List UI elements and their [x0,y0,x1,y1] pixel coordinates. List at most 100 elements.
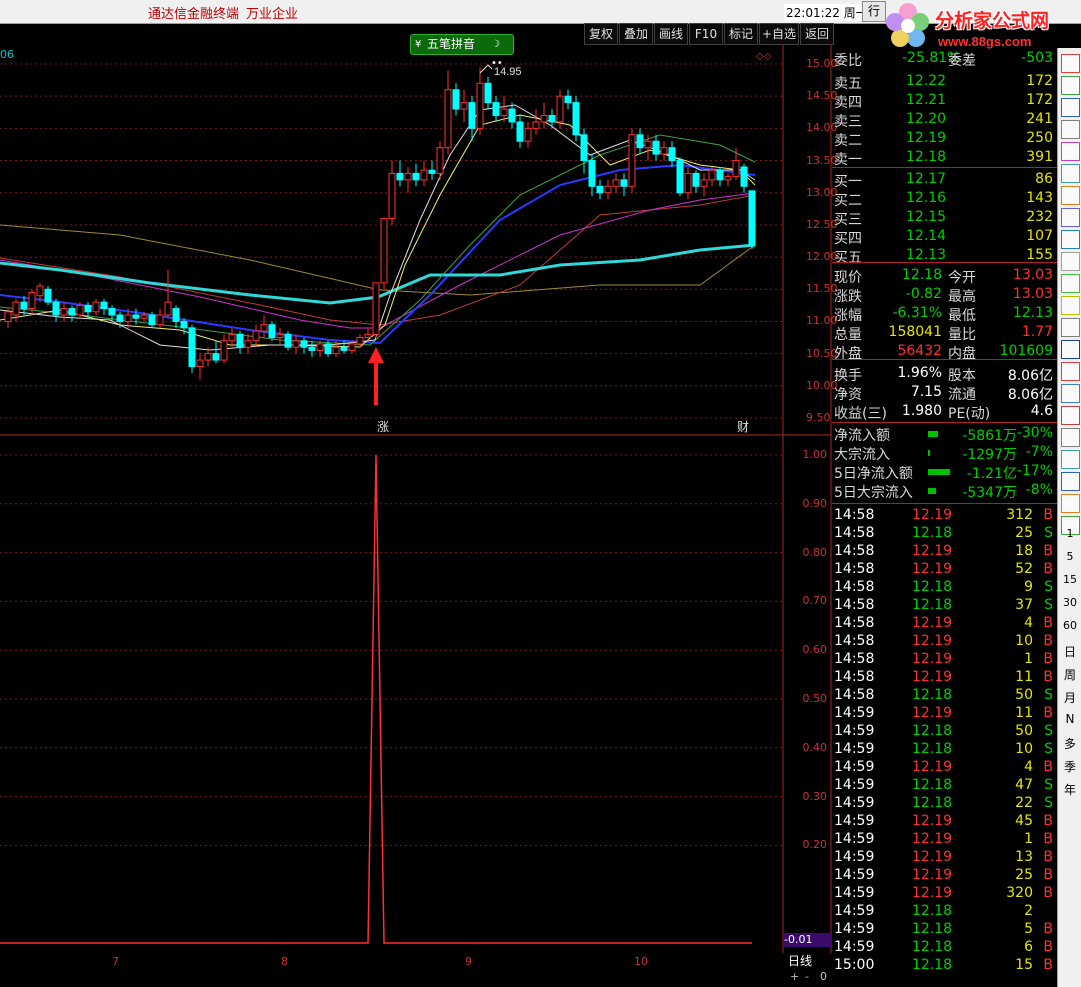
price-axis-label: 9.50 [806,410,831,424]
candle-up [524,127,532,142]
quote-row: 涨幅 -6.31% 最低 12.13 [832,305,1057,324]
dollar-icon[interactable] [1061,406,1080,425]
window-icon[interactable] [1061,54,1080,73]
panel-separator [832,503,1057,504]
candle-down [324,343,332,355]
candle-down [268,324,276,339]
period-label[interactable]: 日线 [788,952,812,969]
indicator-current-value: -0.01 [784,933,832,947]
formula-icon[interactable] [1061,318,1080,337]
rsi-icon[interactable] [1061,384,1080,403]
tick-volume: 1 [1024,651,1033,667]
candle-down [572,102,580,136]
candle-up [156,314,164,326]
sidebar-period-button[interactable]: 多 [1058,735,1081,752]
sidebar-period-button[interactable]: 月 [1058,689,1081,706]
tick-side: B [1043,921,1053,937]
sidebar-period-button[interactable]: 周 [1058,666,1081,683]
stat-label: 总量 [834,327,862,343]
candle-down [20,301,28,310]
indicator-axis-label: 0.60 [802,643,828,657]
zoom-in-button[interactable]: + [790,970,799,983]
grid-icon[interactable] [1061,186,1080,205]
tick-price: 12.19 [912,813,953,829]
bars-icon[interactable] [1061,274,1080,293]
quote-panel: 委比 -25.81% 委差 -503 卖五 12.22 172 卖四 12.21 172 卖三 12.… [832,48,1057,987]
candle-up [164,301,172,316]
diamond-icon: ◇◇ [756,51,772,62]
candle-down [396,172,404,181]
layout-icon[interactable] [1061,142,1080,161]
tick-side: B [1043,561,1053,577]
f10-button[interactable]: F10 [689,23,723,45]
list-icon[interactable] [1061,208,1080,227]
indicator-axis-label: 0.80 [802,545,828,559]
tick-volume: 9 [1024,579,1033,595]
sidebar-minute-button[interactable]: 5 [1058,550,1081,563]
fiz-icon[interactable] [1061,296,1080,315]
signal-arrow-head [368,347,384,363]
sidebar-period-button[interactable]: 年 [1058,781,1081,798]
date-label: 8 [281,955,288,968]
sidebar-period-button[interactable]: 日 [1058,643,1081,660]
tick-time: 14:59 [834,705,875,721]
fin-icon[interactable] [1061,230,1080,249]
candle-up [700,179,708,187]
tick-time: 14:59 [834,867,875,883]
sidebar-minute-button[interactable]: 30 [1058,596,1081,609]
bid-price: 12.14 [906,228,947,244]
logo-title: 分析家公式网 [935,10,1050,32]
zoom-reset-button[interactable]: 0 [820,970,827,983]
overlay-button[interactable]: 叠加 [619,23,653,45]
stat-value-2: 12.13 [1012,305,1053,321]
indicator-axis-label: 0.90 [802,496,828,510]
circle-icon[interactable] [1061,340,1080,359]
ask-label: 卖二 [834,133,862,149]
candle-down [564,95,572,104]
peak-marker [479,64,493,74]
stat-label-2: 最低 [948,308,976,324]
sidebar-minute-button[interactable]: 15 [1058,573,1081,586]
zoom-out-button[interactable]: - [805,970,809,983]
move-icon[interactable] [1061,428,1080,447]
back-button[interactable]: 返回 [800,23,834,45]
tick-price: 12.18 [912,687,953,703]
fs-icon[interactable] [1061,472,1080,491]
indicator-axis-label: 0.30 [802,789,828,803]
sidebar-period-button[interactable]: 季 [1058,758,1081,775]
mark-button[interactable]: 标记 [724,23,758,45]
sidebar-minute-button[interactable]: 1 [1058,527,1081,540]
spark-icon[interactable] [1061,362,1080,381]
chart-icon[interactable] [1061,98,1080,117]
flow-pct: -7% [1025,444,1053,460]
toolbar-icon[interactable] [1061,120,1080,139]
candle-down [300,340,308,348]
quote-row: 5日大宗流入 -5347万 -8% [832,482,1057,501]
sidebar-minute-button[interactable]: 60 [1058,619,1081,632]
tick-side: S [1044,777,1053,793]
fuquan-button[interactable]: 复权 [584,23,618,45]
quote-row: 14:59 12.18 5 B [832,921,1057,939]
candle-down [676,160,684,194]
calc-icon[interactable] [1061,252,1080,271]
quote-row: 14:58 12.19 4 B [832,615,1057,633]
tick-price: 12.19 [912,615,953,631]
sidebar-period-button[interactable]: N [1058,712,1081,726]
candle-up [220,340,228,361]
kline-chart[interactable]: 14.95 涨 财 ◇◇ [0,45,832,953]
candle-up [92,301,100,313]
draw-line-button[interactable]: 画线 [654,23,688,45]
bid-volume: 143 [1026,190,1053,206]
down-arrow-icon[interactable] [1061,76,1080,95]
signal-label: 涨 [377,419,389,434]
fundamental-value-2: 8.06亿 [1007,368,1053,384]
flow-bar [928,488,936,494]
tick-price: 12.19 [912,885,953,901]
weicha-label: 委差 [948,53,976,69]
pencil-icon[interactable] [1061,450,1080,469]
refresh-icon[interactable] [1061,494,1080,513]
candle-down [68,308,76,316]
stat-value: 158041 [888,324,942,340]
add-favorite-button[interactable]: +自选 [759,23,799,45]
trend-icon[interactable] [1061,164,1080,183]
